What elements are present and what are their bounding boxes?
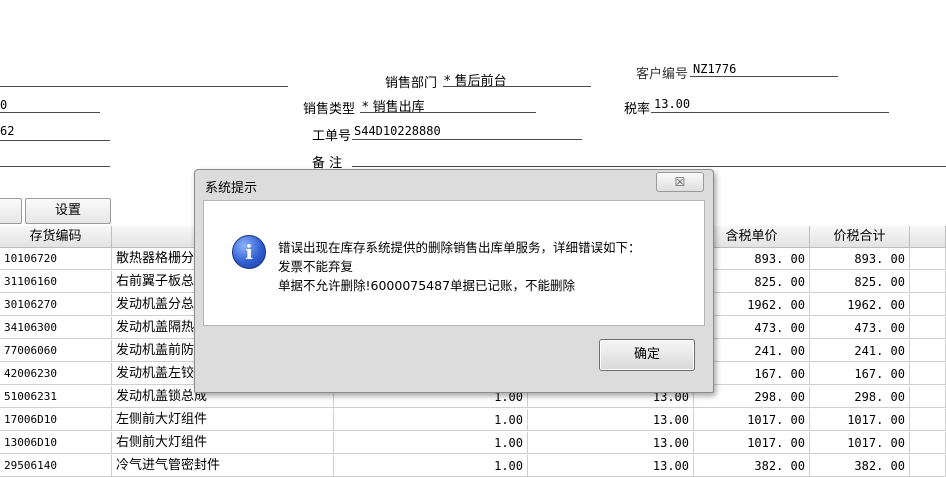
- type-underline: [360, 112, 536, 113]
- close-icon: ☒: [674, 175, 686, 189]
- cell-code[interactable]: 34106300: [0, 317, 112, 339]
- form-line-left-1: [0, 112, 100, 113]
- cell-qty[interactable]: 1.00: [334, 432, 528, 454]
- ok-button[interactable]: 确定: [599, 339, 695, 371]
- system-prompt-dialog: 系统提示 ☒ i 错误出现在库存系统提供的删除销售出库单服务，详细错误如下： 发…: [194, 169, 714, 393]
- form-line-left-3: [0, 166, 110, 167]
- order-underline: [352, 139, 582, 140]
- left-field-value-2[interactable]: 62: [0, 124, 14, 138]
- cell-extra[interactable]: [910, 294, 946, 316]
- cell-price[interactable]: 1017. 00: [694, 432, 810, 454]
- dialog-message-area: i 错误出现在库存系统提供的删除销售出库单服务，详细错误如下： 发票不能弃复 单…: [203, 200, 705, 326]
- left-field-value-1[interactable]: 0: [0, 98, 7, 112]
- cell-code[interactable]: 31106160: [0, 271, 112, 293]
- settings-button[interactable]: 设置: [25, 198, 111, 224]
- header-code[interactable]: 存货编码: [0, 226, 112, 248]
- note-underline: [352, 166, 946, 167]
- cell-total[interactable]: 298. 00: [810, 386, 910, 408]
- cell-extra[interactable]: [910, 340, 946, 362]
- cell-code[interactable]: 10106720: [0, 248, 112, 270]
- cell-code[interactable]: 51006231: [0, 386, 112, 408]
- cell-name[interactable]: 冷气进气管密封件: [112, 455, 334, 477]
- cell-extra[interactable]: [910, 317, 946, 339]
- table-row[interactable]: 17006D10 左侧前大灯组件 1.00 13.00 1017. 00 1017. 00: [0, 409, 946, 431]
- cell-total[interactable]: 382. 00: [810, 455, 910, 477]
- cell-qty[interactable]: 1.00: [334, 409, 528, 431]
- cell-name[interactable]: 左侧前大灯组件: [112, 409, 334, 431]
- cell-code[interactable]: 17006D10: [0, 409, 112, 431]
- tax-underline: [651, 112, 889, 113]
- cell-price[interactable]: 382. 00: [694, 455, 810, 477]
- dept-label: 销售部门: [385, 76, 438, 91]
- cell-extra[interactable]: [910, 455, 946, 477]
- cell-code[interactable]: 42006230: [0, 363, 112, 385]
- cell-total[interactable]: 167. 00: [810, 363, 910, 385]
- cell-code[interactable]: 29506140: [0, 455, 112, 477]
- type-label: 销售类型: [303, 102, 356, 117]
- cell-extra[interactable]: [910, 271, 946, 293]
- dialog-title: 系统提示: [205, 181, 258, 196]
- cust-label: 客户编号: [636, 67, 689, 82]
- cell-total[interactable]: 1962. 00: [810, 294, 910, 316]
- toolbar-button-left[interactable]: [0, 198, 22, 224]
- cell-code[interactable]: 30106270: [0, 294, 112, 316]
- cell-total[interactable]: 473. 00: [810, 317, 910, 339]
- cell-extra[interactable]: [910, 248, 946, 270]
- cell-tax[interactable]: 13.00: [528, 455, 694, 477]
- info-icon: i: [232, 235, 266, 269]
- cell-extra[interactable]: [910, 386, 946, 408]
- cust-field[interactable]: NZ1776: [693, 62, 736, 76]
- cell-name[interactable]: 右侧前大灯组件: [112, 432, 334, 454]
- cell-tax[interactable]: 13.00: [528, 432, 694, 454]
- form-line-left-top: [0, 86, 288, 87]
- cust-underline: [690, 76, 838, 77]
- cell-total[interactable]: 1017. 00: [810, 409, 910, 431]
- dept-underline: [443, 86, 591, 87]
- dialog-message-line-3: 单据不允许删除!6000075487单据已记账，不能删除: [278, 278, 576, 293]
- cell-extra[interactable]: [910, 432, 946, 454]
- cell-tax[interactable]: 13.00: [528, 409, 694, 431]
- dialog-close-button[interactable]: ☒: [656, 172, 704, 192]
- cell-total[interactable]: 1017. 00: [810, 432, 910, 454]
- table-row[interactable]: 13006D10 右侧前大灯组件 1.00 13.00 1017. 00 1017. 00: [0, 432, 946, 454]
- cell-extra[interactable]: [910, 409, 946, 431]
- cell-price[interactable]: 1017. 00: [694, 409, 810, 431]
- cell-code[interactable]: 77006060: [0, 340, 112, 362]
- order-label: 工单号: [312, 129, 352, 144]
- cell-total[interactable]: 825. 00: [810, 271, 910, 293]
- cell-code[interactable]: 13006D10: [0, 432, 112, 454]
- tax-field[interactable]: 13.00: [654, 97, 690, 111]
- header-total[interactable]: 价税合计: [810, 226, 910, 248]
- header-extra[interactable]: [910, 226, 946, 248]
- order-field[interactable]: S44D10228880: [354, 124, 441, 138]
- dialog-message-line-1: 错误出现在库存系统提供的删除销售出库单服务，详细错误如下：: [278, 240, 641, 255]
- dialog-message-line-2: 发票不能弃复: [278, 259, 354, 274]
- form-line-left-2: [0, 140, 110, 141]
- cell-extra[interactable]: [910, 363, 946, 385]
- table-row[interactable]: 29506140 冷气进气管密封件 1.00 13.00 382. 00 382. 00: [0, 455, 946, 477]
- cell-total[interactable]: 241. 00: [810, 340, 910, 362]
- cell-total[interactable]: 893. 00: [810, 248, 910, 270]
- cell-qty[interactable]: 1.00: [334, 455, 528, 477]
- tax-label: 税率: [624, 102, 651, 117]
